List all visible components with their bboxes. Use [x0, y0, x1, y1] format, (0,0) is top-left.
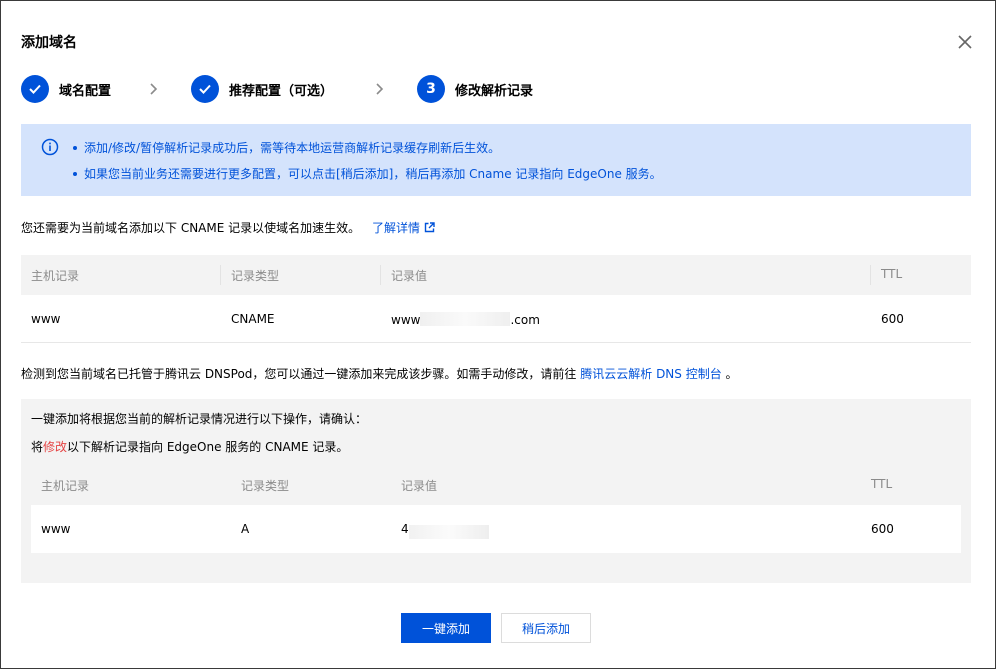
stepper: 域名配置 推荐配置（可选） 3 修改解析记录: [21, 75, 981, 105]
masked-value: [420, 312, 511, 326]
col-ttl: TTL: [871, 477, 893, 491]
cell-value: 4: [401, 522, 489, 539]
step-recommended-config: 推荐配置（可选）: [191, 75, 333, 103]
info-icon: [41, 138, 59, 156]
learn-more-label: 了解详情: [371, 221, 420, 235]
step-label: 推荐配置（可选）: [229, 83, 334, 99]
cell-host: www: [41, 522, 71, 536]
dnspod-note-text: 检测到您当前域名已托管于腾讯云 DNSPod，您可以通过一键添加来完成该步骤。如…: [21, 367, 577, 381]
col-type: 记录类型: [231, 269, 280, 283]
col-type: 记录类型: [241, 479, 290, 493]
add-later-button[interactable]: 稍后添加: [501, 613, 591, 643]
external-link-icon: [424, 222, 435, 233]
step-label: 域名配置: [59, 83, 112, 99]
col-host: 主机记录: [31, 269, 80, 283]
value-prefix: www: [391, 313, 421, 327]
info-line: 如果您当前业务还需要进行更多配置，可以点击[稍后添加]，稍后再添加 Cname …: [73, 165, 662, 182]
check-icon: [191, 75, 219, 103]
col-host: 主机记录: [41, 479, 90, 493]
col-value: 记录值: [401, 479, 438, 493]
value-suffix: .com: [510, 313, 540, 327]
add-domain-dialog: 添加域名 域名配置 推荐配置（可选） 3 修改解析记录 添加/修改/暂停解析记录…: [0, 0, 996, 669]
cell-type: CNAME: [231, 312, 275, 326]
dialog-title: 添加域名: [21, 35, 77, 51]
dns-console-link[interactable]: 腾讯云云解析 DNS 控制台: [580, 367, 721, 381]
close-icon[interactable]: [955, 32, 975, 52]
dnspod-note-suffix: 。: [725, 367, 738, 381]
confirm-suffix: 以下解析记录指向 EdgeOne 服务的 CNAME 记录。: [67, 440, 349, 454]
cname-record-table: 主机记录 记录类型 记录值 TTL www CNAME www .com 600: [21, 255, 971, 343]
confirm-line1: 一键添加将根据您当前的解析记录情况进行以下操作，请确认：: [31, 412, 368, 426]
value-prefix: 4: [401, 522, 409, 536]
masked-value: [408, 525, 489, 539]
info-line: 添加/修改/暂停解析记录成功后，需等待本地运营商解析记录缓存刷新后生效。: [73, 139, 500, 156]
confirm-prefix: 将: [31, 440, 44, 454]
cell-value: www .com: [391, 312, 540, 327]
cell-host: www: [31, 312, 61, 326]
col-value: 记录值: [391, 269, 428, 283]
one-click-confirm-panel: 一键添加将根据您当前的解析记录情况进行以下操作，请确认： 将修改以下解析记录指向…: [21, 399, 971, 583]
info-alert: 添加/修改/暂停解析记录成功后，需等待本地运营商解析记录缓存刷新后生效。 如果您…: [21, 124, 971, 196]
confirm-line2: 将修改以下解析记录指向 EdgeOne 服务的 CNAME 记录。: [31, 438, 348, 455]
cell-type: A: [241, 522, 250, 536]
dnspod-note: 检测到您当前域名已托管于腾讯云 DNSPod，您可以通过一键添加来完成该步骤。如…: [21, 365, 738, 382]
table-header: 主机记录 记录类型 记录值 TTL: [31, 465, 961, 505]
cell-ttl: 600: [881, 312, 904, 326]
step-domain-config: 域名配置: [21, 75, 111, 103]
cell-ttl: 600: [871, 522, 894, 536]
learn-more-link[interactable]: 了解详情: [372, 221, 435, 235]
step-label: 修改解析记录: [455, 83, 534, 99]
table-row: www CNAME www .com 600: [21, 295, 971, 343]
table-header: 主机记录 记录类型 记录值 TTL: [21, 255, 971, 295]
step-number: 3: [417, 75, 445, 103]
modify-highlight: 修改: [43, 440, 68, 454]
chevron-right-icon: [376, 83, 384, 95]
one-click-add-button[interactable]: 一键添加: [401, 613, 491, 643]
chevron-right-icon: [150, 83, 158, 95]
check-icon: [21, 75, 49, 103]
step-modify-dns-record: 3 修改解析记录: [417, 75, 533, 103]
table-row: www A 4 600: [31, 505, 961, 553]
a-record-table: 主机记录 记录类型 记录值 TTL www A 4 600: [31, 465, 961, 553]
cname-note: 您还需要为当前域名添加以下 CNAME 记录以使域名加速生效。 了解详情: [21, 219, 435, 236]
cname-note-text: 您还需要为当前域名添加以下 CNAME 记录以使域名加速生效。: [21, 221, 361, 235]
col-ttl: TTL: [881, 267, 903, 281]
